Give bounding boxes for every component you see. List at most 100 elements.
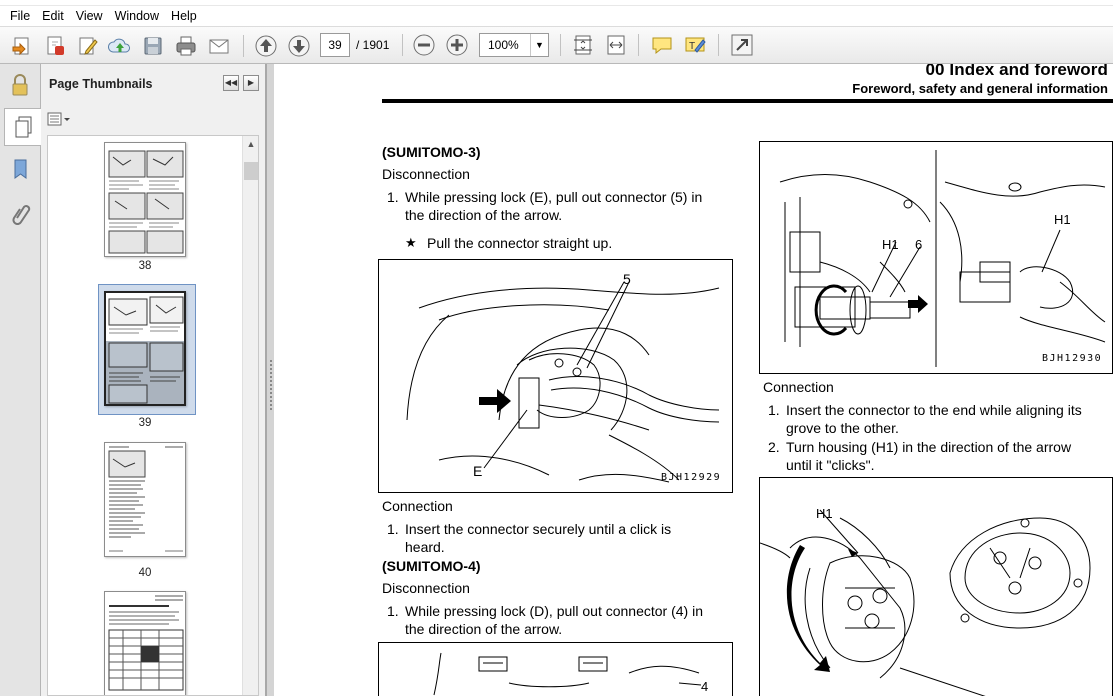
connector-diagram-3: 4 bbox=[433, 652, 708, 696]
chevron-down-icon[interactable]: ▼ bbox=[530, 34, 548, 56]
connector-diagram-4: H1 bbox=[759, 506, 1091, 696]
cloud-upload-icon[interactable] bbox=[107, 33, 133, 59]
open-file-icon[interactable] bbox=[9, 33, 35, 59]
step-text: grove to the other. bbox=[786, 420, 899, 436]
print-icon[interactable] bbox=[173, 33, 199, 59]
thumbnail-list[interactable]: 38 39 40 ▲ bbox=[47, 135, 259, 696]
connector-diagram-1: 5 E bbox=[406, 271, 720, 483]
step-text: While pressing lock (E), pull out connec… bbox=[405, 189, 703, 205]
expand-panel-button[interactable]: ▶ bbox=[243, 75, 259, 91]
menu-edit[interactable]: Edit bbox=[36, 9, 70, 23]
figure-sumitomo-4: 4 bbox=[378, 642, 733, 696]
step-text: the direction of the arrow. bbox=[405, 621, 563, 637]
toolbar bbox=[0, 26, 1113, 64]
step-number: 1. bbox=[387, 521, 399, 537]
thumbnail-page-40[interactable] bbox=[104, 442, 186, 557]
step-text: Insert the connector to the end while al… bbox=[786, 402, 1082, 418]
section-heading-sumitomo-3: (SUMITOMO-3) bbox=[382, 144, 481, 160]
figure-label-h1: H1 bbox=[816, 506, 833, 521]
panel-splitter[interactable] bbox=[266, 64, 274, 696]
navigation-rail bbox=[0, 64, 42, 696]
bookmark-icon[interactable] bbox=[7, 156, 33, 182]
thumbnail-page-41[interactable] bbox=[104, 591, 186, 695]
figure-bjh12929: 5 E BJH12929 bbox=[378, 259, 733, 493]
figure-housing-h1: H1 bbox=[759, 477, 1113, 696]
connection-heading: Connection bbox=[763, 379, 834, 395]
zoom-level-select[interactable]: 100% ▼ bbox=[479, 33, 549, 57]
collapse-panel-button[interactable]: ◀◀ bbox=[223, 75, 239, 91]
email-icon[interactable] bbox=[206, 33, 232, 59]
connection-heading: Connection bbox=[382, 498, 453, 514]
figure-label-6: 6 bbox=[915, 237, 922, 252]
step-number: 2. bbox=[768, 439, 780, 455]
acrobat-window: File Edit View Window Help 39 / 1901 100… bbox=[0, 0, 1113, 696]
menu-bar: File Edit View Window Help bbox=[0, 6, 1113, 26]
figure-label-e: E bbox=[473, 463, 482, 479]
document-page: 00 Index and foreword Foreword, safety a… bbox=[274, 64, 1113, 696]
thumbnails-panel-title: Page Thumbnails bbox=[49, 77, 153, 91]
step-text: heard. bbox=[405, 539, 445, 555]
save-icon[interactable] bbox=[140, 33, 166, 59]
thumbnail-page-39[interactable] bbox=[104, 291, 186, 406]
step-text: the direction of the arrow. bbox=[405, 207, 563, 223]
toolbar-separator bbox=[560, 34, 561, 56]
figure-label-h1: H1 bbox=[1054, 212, 1071, 227]
thumbnails-panel: Page Thumbnails ◀◀ ▶ 38 39 40 ▲ bbox=[41, 64, 266, 696]
scroll-up-icon[interactable]: ▲ bbox=[243, 139, 258, 149]
disconnection-heading: Disconnection bbox=[382, 166, 470, 182]
expand-icon[interactable] bbox=[729, 32, 755, 58]
scrollbar-thumb[interactable] bbox=[244, 162, 258, 180]
page-number-input[interactable]: 39 bbox=[320, 33, 350, 57]
attachment-icon[interactable] bbox=[7, 200, 33, 226]
splitter-grip[interactable] bbox=[270, 360, 272, 410]
zoom-value: 100% bbox=[488, 38, 519, 52]
connector-diagram-2: H1 6 H1 bbox=[779, 150, 1106, 367]
step-text: Insert the connector securely until a cl… bbox=[405, 521, 672, 537]
toolbar-separator bbox=[638, 34, 639, 56]
menu-help[interactable]: Help bbox=[165, 9, 203, 23]
figure-label-5: 5 bbox=[623, 271, 631, 287]
toolbar-separator bbox=[402, 34, 403, 56]
header-rule bbox=[382, 99, 1113, 103]
toolbar-separator bbox=[243, 35, 244, 57]
menu-view[interactable]: View bbox=[70, 9, 109, 23]
document-view[interactable]: 00 Index and foreword Foreword, safety a… bbox=[274, 64, 1113, 696]
step-text: While pressing lock (D), pull out connec… bbox=[405, 603, 704, 619]
page-total: / 1901 bbox=[356, 38, 390, 52]
thumbnail-label-40: 40 bbox=[138, 567, 152, 579]
page-header-title: 00 Index and foreword bbox=[925, 64, 1108, 79]
create-pdf-icon[interactable] bbox=[42, 33, 68, 59]
page-header-subtitle: Foreword, safety and general information bbox=[852, 81, 1108, 96]
step-number: 1. bbox=[387, 189, 399, 205]
lock-icon[interactable] bbox=[7, 72, 33, 98]
page-thumbnails-tab-icon[interactable] bbox=[4, 108, 42, 146]
figure-label-h1: H1 bbox=[882, 237, 899, 252]
menu-file[interactable]: File bbox=[4, 9, 36, 23]
note-text: Pull the connector straight up. bbox=[427, 235, 613, 251]
thumbnail-scrollbar[interactable]: ▲ bbox=[242, 136, 258, 695]
menu-window[interactable]: Window bbox=[109, 9, 165, 23]
figure-bjh12930: H1 6 H1 BJH12930 bbox=[759, 141, 1113, 374]
step-text: until it "clicks". bbox=[786, 457, 875, 473]
fit-page-icon[interactable] bbox=[570, 32, 596, 58]
disconnection-heading: Disconnection bbox=[382, 580, 470, 596]
section-heading-sumitomo-4: (SUMITOMO-4) bbox=[382, 558, 481, 574]
step-number: 1. bbox=[387, 603, 399, 619]
star-icon: ★ bbox=[405, 235, 417, 250]
zoom-in-button[interactable] bbox=[444, 32, 470, 58]
figure-code: BJH12929 bbox=[661, 472, 722, 483]
previous-page-button[interactable] bbox=[253, 33, 279, 59]
thumbnail-label-38: 38 bbox=[138, 260, 152, 272]
zoom-out-button[interactable] bbox=[411, 32, 437, 58]
figure-label-4: 4 bbox=[701, 679, 708, 694]
thumbnail-options-button[interactable] bbox=[47, 110, 75, 128]
comment-icon[interactable] bbox=[649, 32, 675, 58]
fit-width-icon[interactable] bbox=[603, 32, 629, 58]
thumbnail-label-39: 39 bbox=[138, 417, 152, 429]
highlight-icon[interactable]: T bbox=[682, 32, 708, 58]
next-page-button[interactable] bbox=[286, 33, 312, 59]
edit-document-icon[interactable] bbox=[75, 33, 101, 59]
figure-code: BJH12930 bbox=[1042, 353, 1103, 364]
toolbar-separator bbox=[718, 34, 719, 56]
thumbnail-page-38[interactable] bbox=[104, 142, 186, 257]
